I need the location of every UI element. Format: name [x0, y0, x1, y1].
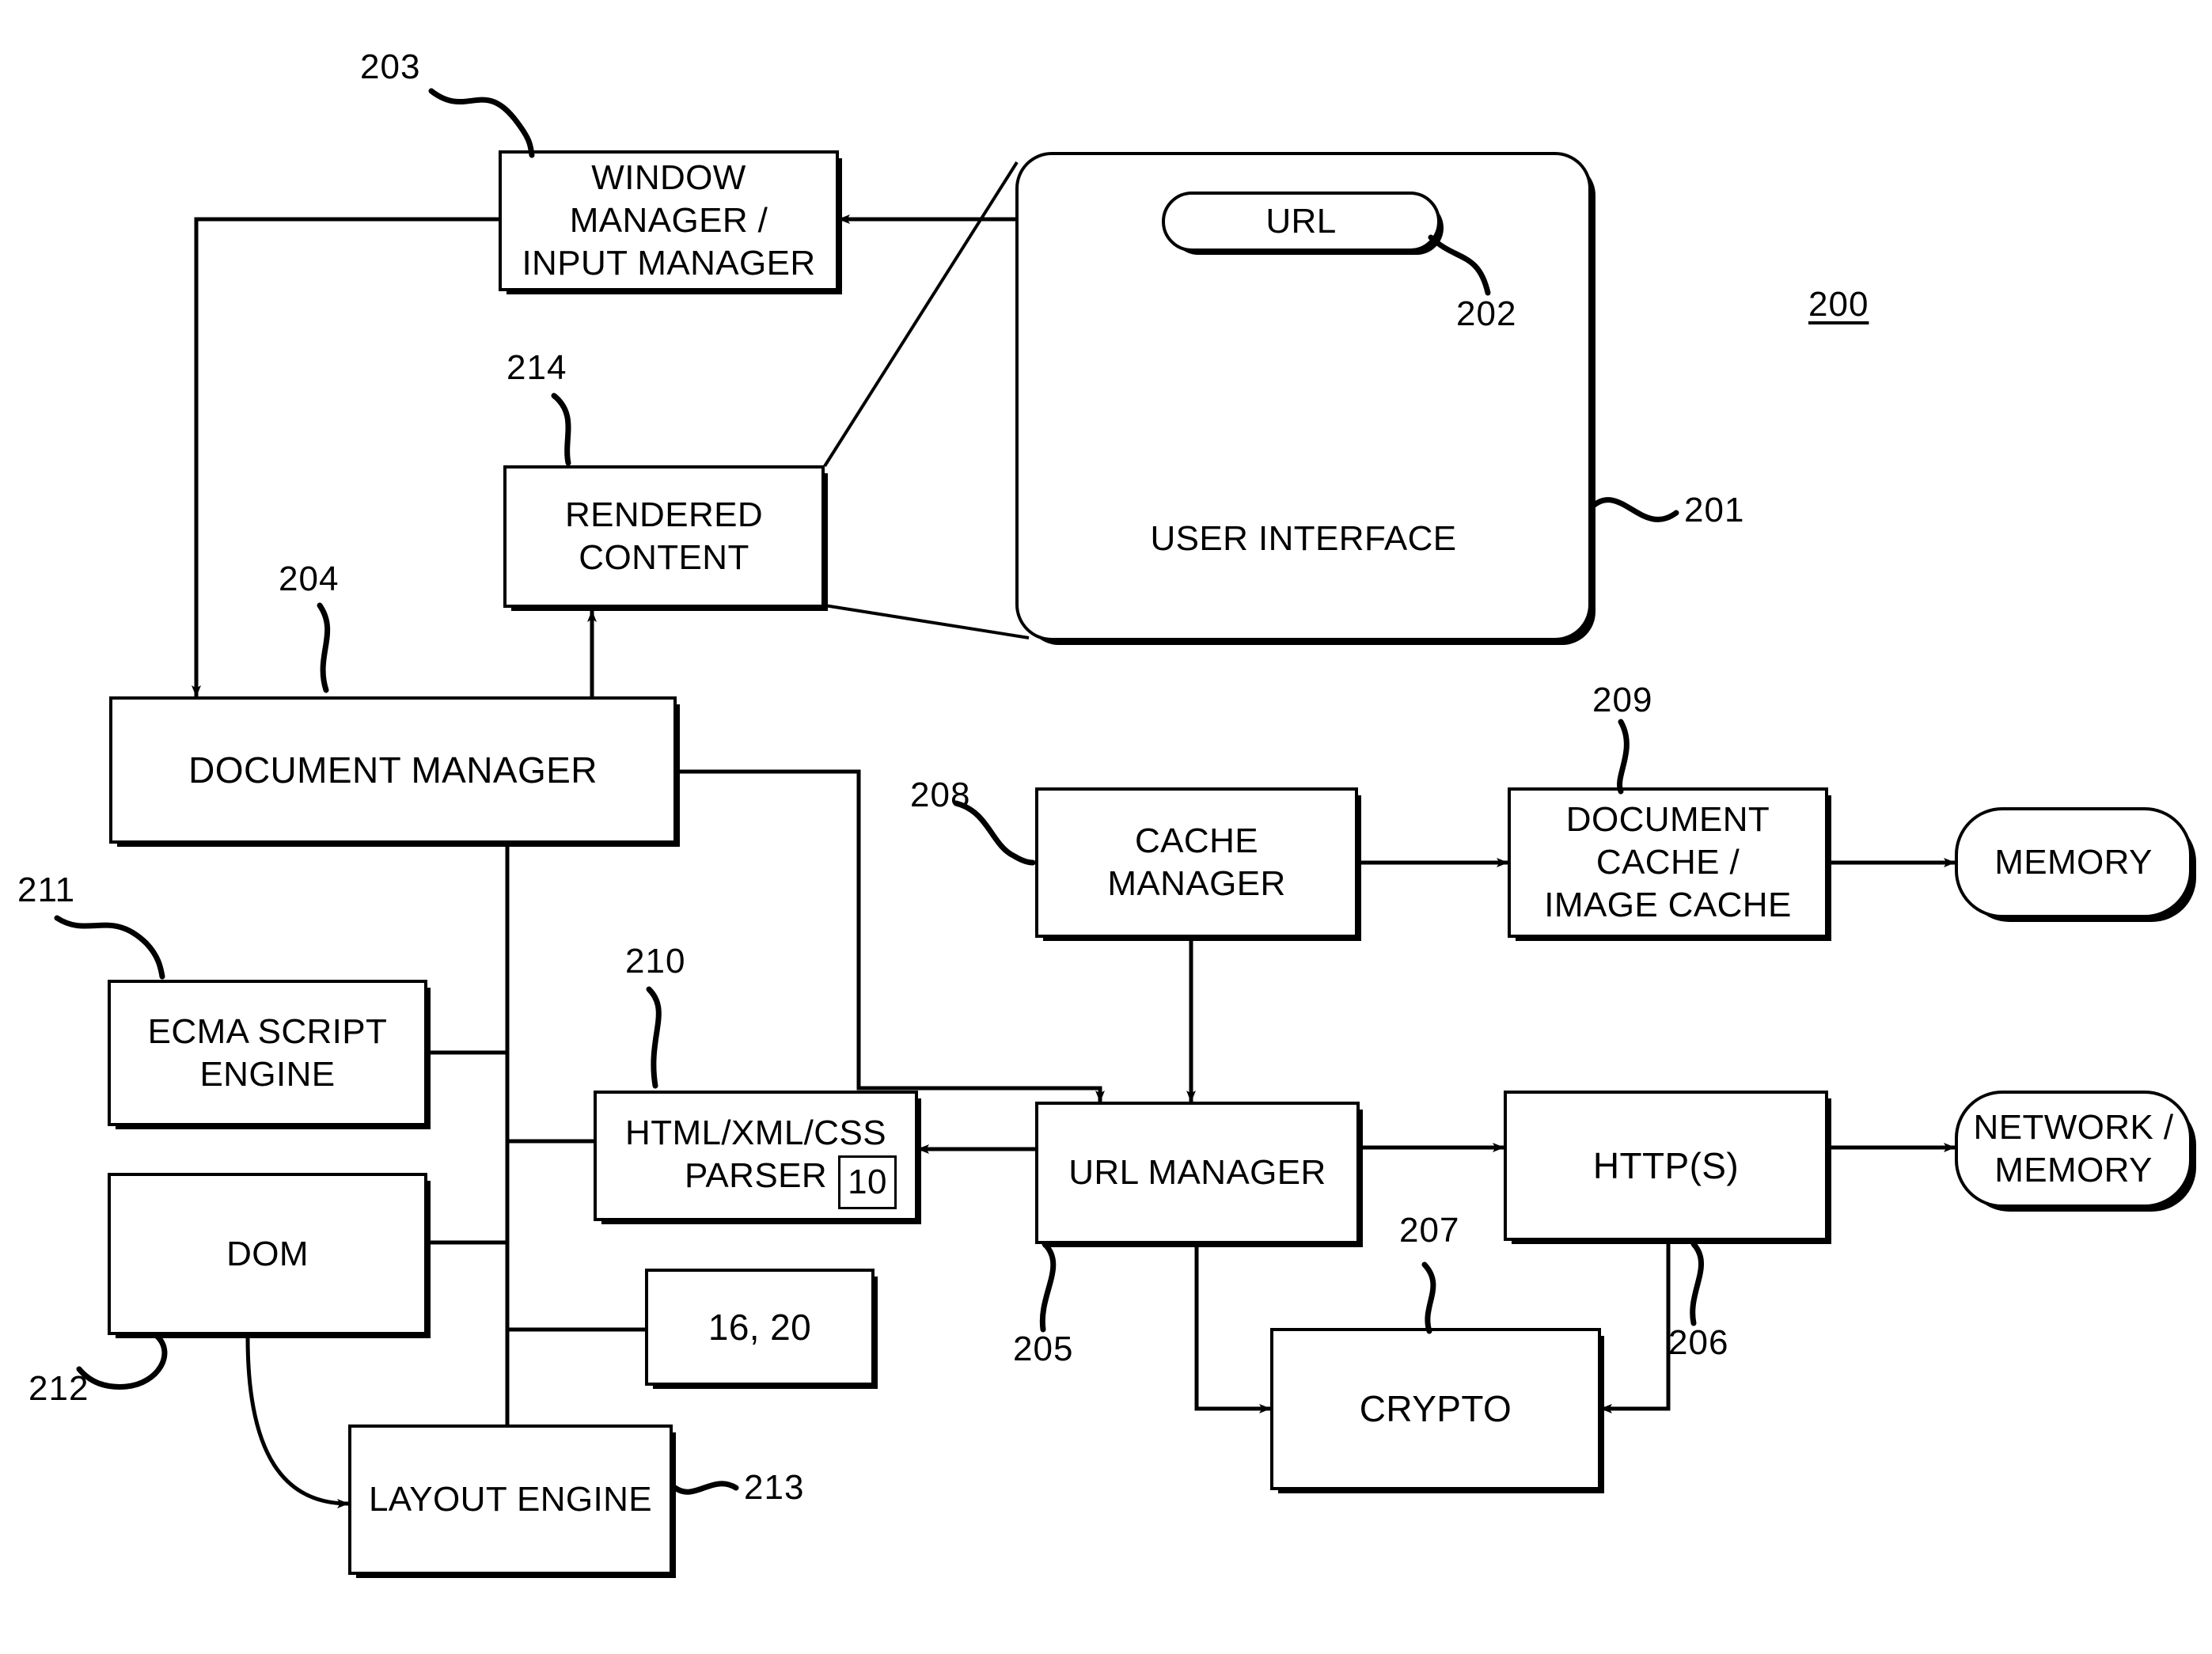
block-layout-engine[interactable]: LAYOUT ENGINE: [348, 1424, 673, 1575]
block-crypto[interactable]: CRYPTO: [1270, 1328, 1601, 1490]
block-document-cache[interactable]: DOCUMENT CACHE / IMAGE CACHE: [1508, 787, 1828, 938]
block-cache-manager-label: CACHE MANAGER: [1107, 821, 1286, 903]
block-document-manager-label: DOCUMENT MANAGER: [188, 749, 598, 791]
patent-figure-sheet: WINDOW MANAGER / INPUT MANAGER USER INTE…: [0, 0, 2212, 1654]
ref-203: 203: [360, 47, 421, 86]
ref-212: 212: [28, 1369, 89, 1408]
ref-206: 206: [1668, 1323, 1729, 1362]
block-network-memory[interactable]: NETWORK / MEMORY: [1955, 1091, 2192, 1208]
block-standards-label: 16, 20: [708, 1306, 812, 1348]
ref-204: 204: [279, 560, 340, 598]
block-https[interactable]: HTTP(S): [1504, 1091, 1828, 1241]
ref-202: 202: [1456, 294, 1517, 333]
block-url-pill-label: URL: [1265, 202, 1337, 241]
block-window-manager-label: WINDOW MANAGER / INPUT MANAGER: [522, 158, 816, 283]
block-rendered-content-label: RENDERED CONTENT: [564, 495, 764, 577]
block-network-memory-label: NETWORK / MEMORY: [1973, 1108, 2174, 1189]
wire-dom-layout-engine: [242, 1326, 349, 1508]
block-user-interface-label: USER INTERFACE: [1150, 519, 1457, 559]
block-url-manager[interactable]: URL MANAGER: [1035, 1102, 1360, 1244]
ref-201: 201: [1684, 491, 1745, 529]
block-window-manager[interactable]: WINDOW MANAGER / INPUT MANAGER: [499, 150, 839, 291]
block-ecma-script-engine-label: ECMA SCRIPT ENGINE: [147, 1011, 388, 1094]
wire-rendered-content-to-ui-top: [823, 161, 1019, 468]
block-dom[interactable]: DOM: [108, 1173, 427, 1335]
block-ecma-script-engine[interactable]: ECMA SCRIPT ENGINE: [108, 980, 427, 1126]
block-rendered-content[interactable]: RENDERED CONTENT: [503, 465, 825, 608]
ref-214: 214: [507, 348, 567, 387]
block-https-label: HTTP(S): [1592, 1144, 1740, 1186]
block-memory-label: MEMORY: [1994, 843, 2153, 882]
wire-rendered-content-to-ui-bottom: [824, 604, 1030, 639]
block-cache-manager[interactable]: CACHE MANAGER: [1035, 787, 1358, 938]
ref-207: 207: [1399, 1211, 1460, 1250]
ref-210: 210: [625, 942, 686, 981]
wire-window-manager-to-document-manager: [192, 217, 499, 697]
block-document-cache-label: DOCUMENT CACHE / IMAGE CACHE: [1544, 800, 1792, 924]
block-dom-label: DOM: [226, 1234, 309, 1273]
block-parser[interactable]: HTML/XML/CSS PARSER 10: [594, 1091, 918, 1221]
ref-211: 211: [17, 871, 76, 909]
ref-208: 208: [910, 776, 971, 814]
ref-200: 200: [1808, 285, 1869, 324]
block-url-manager-label: URL MANAGER: [1068, 1153, 1326, 1193]
ref-205: 205: [1013, 1330, 1074, 1368]
block-url-pill[interactable]: URL: [1162, 192, 1440, 252]
parser-inset-tag: 10: [838, 1155, 897, 1209]
block-standards[interactable]: 16, 20: [645, 1269, 875, 1386]
block-crypto-label: CRYPTO: [1359, 1388, 1512, 1430]
block-memory[interactable]: MEMORY: [1955, 807, 2192, 918]
block-document-manager[interactable]: DOCUMENT MANAGER: [109, 696, 677, 844]
ref-213: 213: [744, 1468, 805, 1507]
ref-209: 209: [1592, 681, 1653, 719]
parser-inset-label: 10: [848, 1163, 887, 1202]
block-layout-engine-label: LAYOUT ENGINE: [368, 1480, 653, 1519]
